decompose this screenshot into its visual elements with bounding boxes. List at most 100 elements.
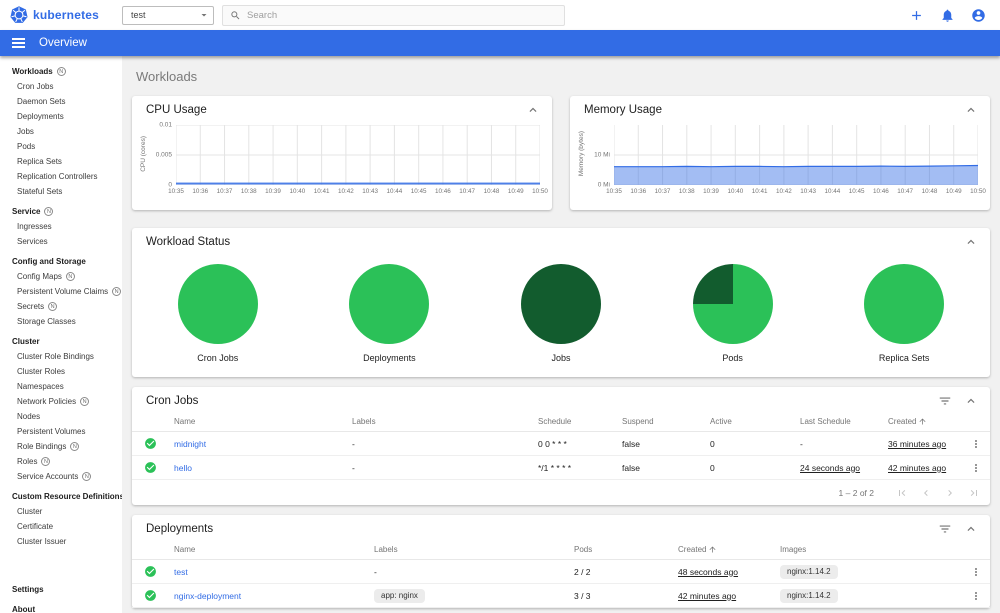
sidebar-entry[interactable]: Jobs [0, 124, 122, 139]
sidebar-entry[interactable]: Stateful Sets [0, 184, 122, 199]
sidebar-entry[interactable]: Cluster [0, 334, 122, 349]
sidebar-footer-entry[interactable]: Settings [0, 579, 122, 599]
collapse-button[interactable] [964, 394, 978, 408]
sidebar-entry[interactable]: Persistent Volume Claims N [0, 284, 122, 299]
resource-name-link[interactable]: nginx-deployment [174, 591, 374, 601]
sidebar-entry[interactable]: Service N [0, 204, 122, 219]
sidebar-entry-label: Config and Storage [12, 257, 86, 266]
notifications-bell-icon[interactable] [940, 8, 955, 23]
cell-labels: - [352, 462, 355, 473]
sidebar-entry[interactable]: Role Bindings N [0, 439, 122, 454]
page-title: Workloads [136, 69, 198, 84]
sidebar-entry[interactable]: Replication Controllers [0, 169, 122, 184]
sort-arrow-up-icon [919, 418, 926, 424]
next-page-button[interactable] [944, 487, 956, 499]
sidebar-entry[interactable]: Cluster Role Bindings [0, 349, 122, 364]
sidebar-entry[interactable]: Roles N [0, 454, 122, 469]
sidebar-entry[interactable]: Pods [0, 139, 122, 154]
sidebar-entry-label: Custom Resource Definitions [12, 492, 122, 501]
row-actions-button[interactable] [970, 566, 982, 578]
resource-name-link[interactable]: hello [174, 463, 352, 473]
image-chip: nginx:1.14.2 [780, 564, 838, 579]
row-actions-button[interactable] [970, 462, 982, 474]
resource-name-link[interactable]: midnight [174, 439, 352, 449]
row-actions-button[interactable] [970, 590, 982, 602]
column-header[interactable]: Labels [352, 417, 538, 426]
first-page-button[interactable] [896, 487, 908, 499]
sidebar-entry[interactable]: Config and Storage [0, 254, 122, 269]
collapse-button[interactable] [964, 522, 978, 536]
sidebar-entry-label: Config Maps [17, 272, 62, 281]
column-header-sorted[interactable]: Created [888, 417, 948, 426]
sidebar-entry[interactable]: Cluster Issuer [0, 534, 122, 549]
sidebar-entry-label: Daemon Sets [17, 97, 66, 106]
dropdown-caret-icon [201, 14, 207, 17]
account-user-icon[interactable] [971, 8, 986, 23]
column-header[interactable]: Suspend [622, 417, 710, 426]
cell-labels: - [374, 566, 377, 577]
cell-suspend: false [622, 438, 640, 449]
status-pie-cell: Pods [647, 264, 819, 363]
cpu-usage-chart: CPU (cores) 0.01 0.005 0 10:35 10:36 10:37 10… [132, 120, 552, 198]
table-header-row: Name Labels Schedule Suspend Active Last… [132, 411, 990, 432]
sidebar-entry[interactable]: Service Accounts N [0, 469, 122, 484]
column-header[interactable]: Pods [574, 545, 678, 554]
card-title: Deployments [146, 523, 214, 535]
sidebar-entry[interactable]: Certificate [0, 519, 122, 534]
kubernetes-brand[interactable]: kubernetes [10, 6, 122, 24]
sidebar-footer-entry[interactable]: About [0, 599, 122, 613]
cell-last-schedule: - [800, 438, 803, 449]
filter-button[interactable] [938, 522, 952, 536]
sidebar-entry[interactable]: Cluster Roles [0, 364, 122, 379]
column-header[interactable]: Schedule [538, 417, 622, 426]
cell-created: 48 seconds ago [678, 566, 739, 577]
sidebar-entry[interactable]: Replica Sets [0, 154, 122, 169]
resource-name-link[interactable]: test [174, 567, 374, 577]
column-header[interactable]: Name [174, 545, 374, 554]
sidebar-entry[interactable]: Namespaces [0, 379, 122, 394]
table-row: test - 2 / 2 48 seconds ago nginx:1.14.2 [132, 560, 990, 584]
status-pie-chart [864, 264, 945, 344]
card-title: Cron Jobs [146, 395, 199, 407]
collapse-button[interactable] [964, 235, 978, 249]
sidebar-entry[interactable]: Secrets N [0, 299, 122, 314]
column-header[interactable]: Name [174, 417, 352, 426]
status-ok-icon [144, 589, 174, 602]
sidebar-entry[interactable]: Services [0, 234, 122, 249]
sidebar-entry-label: Pods [17, 142, 36, 151]
sidebar-entry[interactable]: Cron Jobs [0, 79, 122, 94]
create-plus-icon[interactable] [909, 8, 924, 23]
column-header[interactable]: Labels [374, 545, 574, 554]
sidebar-entry[interactable]: Ingresses [0, 219, 122, 234]
last-page-button[interactable] [968, 487, 980, 499]
sidebar-entry-label: Replica Sets [17, 157, 62, 166]
sidebar-entry-label: Cluster Role Bindings [17, 352, 94, 361]
sidebar-entry-label: Deployments [17, 112, 64, 121]
sidebar-entry[interactable]: Workloads N [0, 64, 122, 79]
sidebar-entry[interactable]: Config Maps N [0, 269, 122, 284]
namespaced-badge: N [56, 67, 66, 76]
cell-active: 0 [710, 462, 715, 473]
sidebar-entry[interactable]: Nodes [0, 409, 122, 424]
sidebar-entry[interactable]: Deployments [0, 109, 122, 124]
collapse-button[interactable] [964, 103, 978, 117]
sidebar-entry[interactable]: Daemon Sets [0, 94, 122, 109]
search-input[interactable] [247, 9, 557, 21]
column-header[interactable]: Last Schedule [800, 417, 888, 426]
column-header-sorted[interactable]: Created [678, 545, 780, 554]
namespace-select[interactable]: test [122, 5, 214, 25]
row-actions-button[interactable] [970, 438, 982, 450]
menu-hamburger-icon[interactable] [12, 38, 25, 48]
collapse-button[interactable] [526, 103, 540, 117]
sidebar-entry[interactable]: Persistent Volumes [0, 424, 122, 439]
filter-button[interactable] [938, 394, 952, 408]
column-header[interactable]: Images [780, 545, 948, 554]
chevron-up-icon [967, 526, 975, 531]
sidebar-entry[interactable]: Network Policies N [0, 394, 122, 409]
namespaced-badge: N [41, 457, 51, 466]
sidebar-entry[interactable]: Custom Resource Definitions [0, 489, 122, 504]
column-header[interactable]: Active [710, 417, 800, 426]
sidebar-entry[interactable]: Cluster [0, 504, 122, 519]
prev-page-button[interactable] [920, 487, 932, 499]
sidebar-entry[interactable]: Storage Classes [0, 314, 122, 329]
